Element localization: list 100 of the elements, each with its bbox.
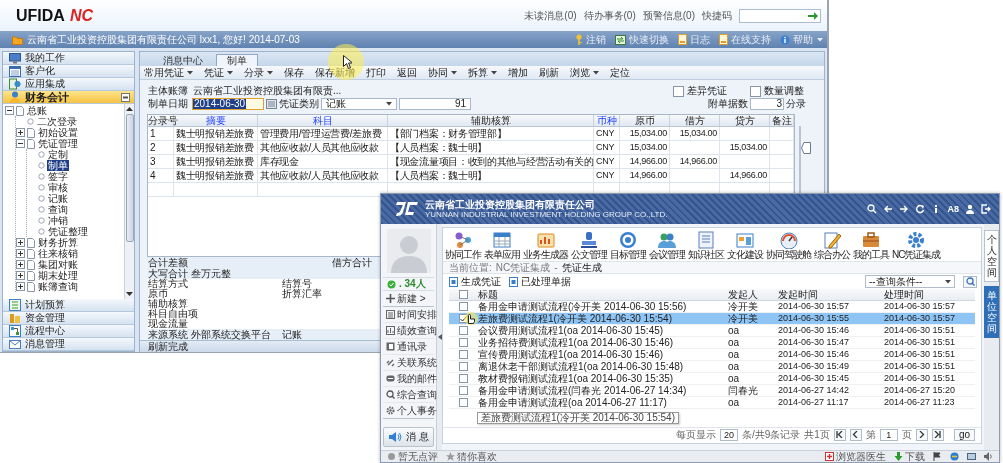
checkbox[interactable] <box>459 290 468 299</box>
menu-item[interactable]: 绩效查询 <box>383 323 434 339</box>
app-launcher[interactable]: 我的工具 <box>853 230 889 259</box>
app-launcher[interactable]: 目标管理 <box>610 230 646 259</box>
table-cell[interactable]: 差旅费测试流程1(冷开美 2014-06-30 15:54) <box>475 313 725 324</box>
expand-icon[interactable] <box>16 249 25 258</box>
checkbox[interactable] <box>673 85 684 97</box>
toolbar-button[interactable]: 打印 <box>366 65 386 80</box>
checkbox[interactable] <box>459 338 468 347</box>
status-link[interactable]: 猜你喜欢 <box>457 449 497 463</box>
star-icon[interactable] <box>446 452 455 461</box>
header-link[interactable]: 预警信息(0) <box>642 8 695 23</box>
collapse-arrow-icon[interactable] <box>437 334 442 340</box>
tree-item[interactable]: 二次登录 <box>36 116 78 127</box>
tree-item[interactable]: 制单 <box>47 160 69 171</box>
page-number-field[interactable]: 1 <box>879 428 898 441</box>
toolbar-button[interactable]: 增加 <box>508 65 528 80</box>
nav-item[interactable]: 计划预算 <box>3 299 134 312</box>
tree-item[interactable]: 账簿查询 <box>37 281 79 292</box>
checkbox[interactable] <box>459 398 468 407</box>
toolbar-button[interactable]: 返回 <box>397 65 417 80</box>
scroll-down-icon[interactable] <box>126 292 133 297</box>
tree-item[interactable]: 定制 <box>47 149 69 160</box>
scroll-up-icon[interactable] <box>126 106 133 111</box>
table-cell[interactable]: 离退休老干部测试流程1(oa 2014-06-30 15:48) <box>475 361 725 372</box>
checkbox[interactable] <box>459 302 468 311</box>
tree-item[interactable]: 集团对账 <box>37 259 79 270</box>
attachments-field[interactable]: 3 <box>750 98 784 110</box>
tree-item[interactable]: 总账 <box>26 105 48 116</box>
toolbar-button[interactable]: 常用凭证 <box>144 65 193 80</box>
column-header[interactable]: 标题 <box>475 289 725 300</box>
slider-handle[interactable] <box>801 142 811 154</box>
side-tab[interactable]: 单位空间 <box>984 286 999 338</box>
nav-item[interactable]: 客户化 <box>3 65 134 78</box>
quick-code-field[interactable] <box>739 8 821 23</box>
person-icon[interactable] <box>965 204 975 214</box>
tree-item[interactable]: 冲销 <box>47 215 69 226</box>
column-header[interactable]: 币种 <box>594 115 620 126</box>
toolbar-button[interactable]: 拆算 <box>468 65 497 80</box>
date-field[interactable]: 2014-06-30 <box>192 98 264 110</box>
voucher-number-field[interactable]: 91 <box>399 98 471 110</box>
expand-icon[interactable] <box>16 128 25 137</box>
app-launcher[interactable]: NC凭证集成 <box>892 230 941 259</box>
column-header[interactable]: 处理时间 <box>881 289 977 300</box>
scrollbar[interactable] <box>124 104 134 299</box>
tree-item[interactable]: 凭证管理 <box>37 138 79 149</box>
checkbox[interactable] <box>459 314 468 323</box>
side-tab[interactable]: 个人空间 <box>984 230 999 282</box>
table-cell[interactable]: 业务招待费测试流程1(oa 2014-06-30 15:46) <box>475 337 725 348</box>
tree-item[interactable]: 记账 <box>47 193 69 204</box>
column-header[interactable]: 原币 <box>620 115 670 126</box>
app-launcher[interactable]: 业务生成器 <box>523 230 568 259</box>
menu-item[interactable]: 个人事务 <box>383 403 434 419</box>
toolbar-button[interactable]: 刷新 <box>539 65 559 80</box>
table-cell[interactable]: 会议费用测试流程1(oa 2014-06-30 15:45) <box>475 325 725 336</box>
next-page-button[interactable] <box>915 428 928 441</box>
globe-icon[interactable] <box>950 452 959 461</box>
app-launcher[interactable]: 表单应用 <box>484 230 520 259</box>
column-header[interactable]: 贷方 <box>720 115 770 126</box>
nav-item[interactable]: 流程中心 <box>3 325 134 338</box>
tree-item[interactable]: 签字 <box>47 171 69 182</box>
tree-item[interactable]: 往来核销 <box>37 248 79 259</box>
download-icon[interactable] <box>894 452 903 461</box>
app-launcher[interactable]: 知识社区 <box>688 230 724 259</box>
status-link[interactable]: 暂无点评 <box>398 449 438 463</box>
column-header[interactable]: 发起时间 <box>775 289 881 300</box>
column-header[interactable]: 发起人 <box>725 289 775 300</box>
nav-item[interactable]: 应用集成 <box>3 78 134 91</box>
column-header[interactable]: 辅助核算 <box>388 115 594 126</box>
first-page-button[interactable] <box>833 428 846 441</box>
expand-icon[interactable] <box>16 260 25 269</box>
search-icon[interactable] <box>867 204 878 214</box>
flag-icon[interactable] <box>933 452 942 461</box>
query-select[interactable]: --查询条件-- <box>865 275 955 288</box>
calendar-icon[interactable] <box>266 99 277 109</box>
window-icon[interactable] <box>967 452 976 461</box>
menu-item[interactable]: 新建 > <box>383 291 434 307</box>
search-button[interactable] <box>963 275 977 288</box>
app-launcher[interactable]: 文化建设 <box>727 230 763 259</box>
product-label[interactable]: A8 <box>947 204 959 214</box>
menu-item[interactable]: 综合查询 <box>383 387 434 403</box>
tab[interactable]: 制单 <box>216 54 258 66</box>
toolbar-button[interactable]: 浏览 <box>570 65 599 80</box>
app-launcher[interactable]: 公文管理 <box>571 230 607 259</box>
tree-item[interactable]: 初始设置 <box>37 127 79 138</box>
message-button[interactable]: 消 息 <box>383 427 434 447</box>
collapse-icon[interactable] <box>121 92 130 102</box>
header-link[interactable]: 未读消息(0) <box>524 8 577 23</box>
column-header[interactable]: 借方 <box>670 115 720 126</box>
checkbox[interactable] <box>459 374 468 383</box>
nav-item[interactable]: 财务会计 <box>3 91 134 104</box>
refresh-icon[interactable] <box>915 204 926 214</box>
tree-item[interactable]: 财务折算 <box>37 237 79 248</box>
exit-icon[interactable] <box>981 204 991 214</box>
collapse-icon[interactable] <box>5 106 14 115</box>
go-button[interactable]: go <box>953 428 975 441</box>
tab[interactable]: 消息中心 <box>152 54 214 66</box>
toolbar-button[interactable]: 定位 <box>610 65 630 80</box>
type-select[interactable]: 记账 <box>321 98 397 110</box>
back-arrow-icon[interactable] <box>883 204 894 214</box>
